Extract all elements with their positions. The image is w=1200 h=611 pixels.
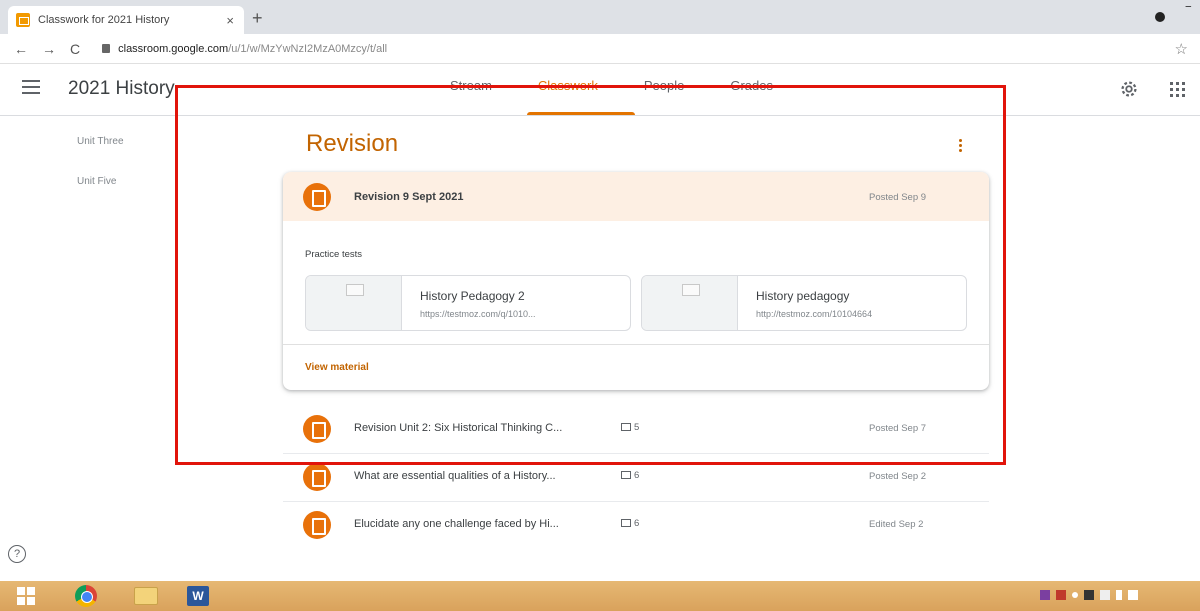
volume-tray-icon[interactable] bbox=[1128, 590, 1138, 600]
assignment-date: Posted Sep 7 bbox=[869, 423, 927, 434]
expanded-assignment-card: Revision 9 Sept 2021 Posted Sep 9 Practi… bbox=[283, 172, 989, 390]
comment-count: 5 bbox=[621, 422, 639, 433]
new-tab-button[interactable]: + bbox=[252, 8, 263, 29]
assignment-title: Elucidate any one challenge faced by Hi.… bbox=[354, 518, 559, 530]
material-card[interactable]: History pedagogy http://testmoz.com/1010… bbox=[641, 275, 967, 331]
url-path: /u/1/w/MzYwNzI2MzA0Mzcy/t/all bbox=[228, 42, 388, 55]
network-tray-icon[interactable] bbox=[1072, 592, 1078, 598]
tab-grades[interactable]: Grades bbox=[730, 78, 773, 93]
profile-icon[interactable] bbox=[1155, 12, 1165, 22]
main-menu-icon[interactable] bbox=[22, 80, 40, 98]
view-material-link[interactable]: View material bbox=[305, 362, 369, 373]
classroom-favicon-icon bbox=[16, 13, 30, 27]
windows-start-icon[interactable] bbox=[6, 583, 46, 609]
back-arrow-icon[interactable]: ← bbox=[14, 41, 28, 57]
assignment-row[interactable]: Elucidate any one challenge faced by Hi.… bbox=[283, 500, 989, 550]
onenote-tray-icon[interactable] bbox=[1040, 590, 1050, 600]
assignment-icon bbox=[303, 463, 331, 491]
address-bar: ← → C classroom.google.com/u/1/w/MzYwNzI… bbox=[0, 34, 1200, 64]
browser-tab-strip: Classwork for 2021 History × + ‾ bbox=[0, 0, 1200, 34]
assignment-date: Edited Sep 2 bbox=[869, 519, 924, 530]
expanded-assignment-header[interactable]: Revision 9 Sept 2021 Posted Sep 9 bbox=[283, 172, 989, 221]
link-thumbnail-icon bbox=[642, 276, 738, 330]
tab-classwork[interactable]: Classwork bbox=[538, 78, 598, 93]
browser-tab[interactable]: Classwork for 2021 History × bbox=[8, 6, 244, 34]
card-divider bbox=[283, 344, 989, 345]
link-thumbnail-icon bbox=[306, 276, 402, 330]
material-title: History pedagogy bbox=[756, 289, 850, 303]
file-explorer-icon[interactable] bbox=[126, 583, 166, 609]
material-url: http://testmoz.com/10104664 bbox=[756, 309, 873, 319]
comment-count-value: 6 bbox=[634, 470, 640, 481]
assignment-icon bbox=[303, 511, 331, 539]
flag-tray-icon[interactable] bbox=[1116, 590, 1122, 600]
comment-count-value: 5 bbox=[634, 422, 640, 433]
material-url: https://testmoz.com/q/1010... bbox=[420, 309, 536, 319]
assignment-title: Revision 9 Sept 2021 bbox=[354, 191, 464, 203]
comment-count: 6 bbox=[621, 518, 639, 529]
reload-icon[interactable]: C bbox=[70, 41, 80, 57]
assignment-icon bbox=[303, 415, 331, 443]
url-field[interactable]: classroom.google.com/u/1/w/MzYwNzI2MzA0M… bbox=[118, 43, 387, 55]
class-nav-tabs: Stream Classwork People Grades bbox=[450, 78, 773, 93]
tab-stream[interactable]: Stream bbox=[450, 78, 492, 93]
active-tab-indicator bbox=[527, 112, 635, 115]
tab-people[interactable]: People bbox=[644, 78, 684, 93]
material-card[interactable]: History Pedagogy 2 https://testmoz.com/q… bbox=[305, 275, 631, 331]
comment-count-value: 6 bbox=[634, 518, 640, 529]
help-icon[interactable]: ? bbox=[8, 545, 26, 563]
settings-gear-icon[interactable] bbox=[1118, 78, 1140, 100]
topic-link-unit-three[interactable]: Unit Three bbox=[77, 136, 124, 147]
assignment-date: Posted Sep 9 bbox=[869, 192, 927, 203]
topic-list: Unit Three Unit Five bbox=[77, 136, 124, 216]
assignment-icon bbox=[303, 183, 331, 211]
assignment-title: What are essential qualities of a Histor… bbox=[354, 470, 556, 482]
windows-taskbar: W bbox=[0, 581, 1200, 611]
topic-link-unit-five[interactable]: Unit Five bbox=[77, 176, 124, 187]
class-title[interactable]: 2021 History bbox=[68, 78, 175, 100]
notification-tray-icon[interactable] bbox=[1084, 590, 1094, 600]
system-tray bbox=[1040, 590, 1138, 600]
materials-section-label: Practice tests bbox=[305, 249, 363, 260]
browser-tab-title: Classwork for 2021 History bbox=[38, 14, 170, 26]
classroom-header: 2021 History Stream Classwork People Gra… bbox=[0, 64, 1200, 116]
tab-close-icon[interactable]: × bbox=[226, 13, 234, 28]
bookmark-star-icon[interactable]: ☆ bbox=[1175, 40, 1188, 58]
assignment-row[interactable]: Revision Unit 2: Six Historical Thinking… bbox=[283, 404, 989, 454]
assignment-row[interactable]: What are essential qualities of a Histor… bbox=[283, 452, 989, 502]
chrome-taskbar-icon[interactable] bbox=[66, 583, 106, 609]
comment-count: 6 bbox=[621, 470, 639, 481]
word-taskbar-icon[interactable]: W bbox=[178, 583, 218, 609]
forward-arrow-icon[interactable]: → bbox=[42, 41, 56, 57]
topic-more-options-icon[interactable] bbox=[959, 139, 963, 154]
material-title: History Pedagogy 2 bbox=[420, 289, 525, 303]
tray-app-icon[interactable] bbox=[1056, 590, 1066, 600]
minimize-window-button[interactable]: ‾ bbox=[1186, 4, 1191, 20]
comment-icon bbox=[621, 519, 631, 527]
google-apps-icon[interactable] bbox=[1170, 82, 1185, 97]
url-host: classroom.google.com bbox=[118, 42, 229, 55]
assignment-title: Revision Unit 2: Six Historical Thinking… bbox=[354, 422, 563, 434]
lock-icon[interactable] bbox=[102, 44, 111, 53]
comment-icon bbox=[621, 471, 631, 479]
assignment-date: Posted Sep 2 bbox=[869, 471, 927, 482]
battery-tray-icon[interactable] bbox=[1100, 590, 1110, 600]
topic-title: Revision bbox=[306, 130, 399, 157]
word-logo-label: W bbox=[187, 586, 209, 606]
comment-icon bbox=[621, 423, 631, 431]
